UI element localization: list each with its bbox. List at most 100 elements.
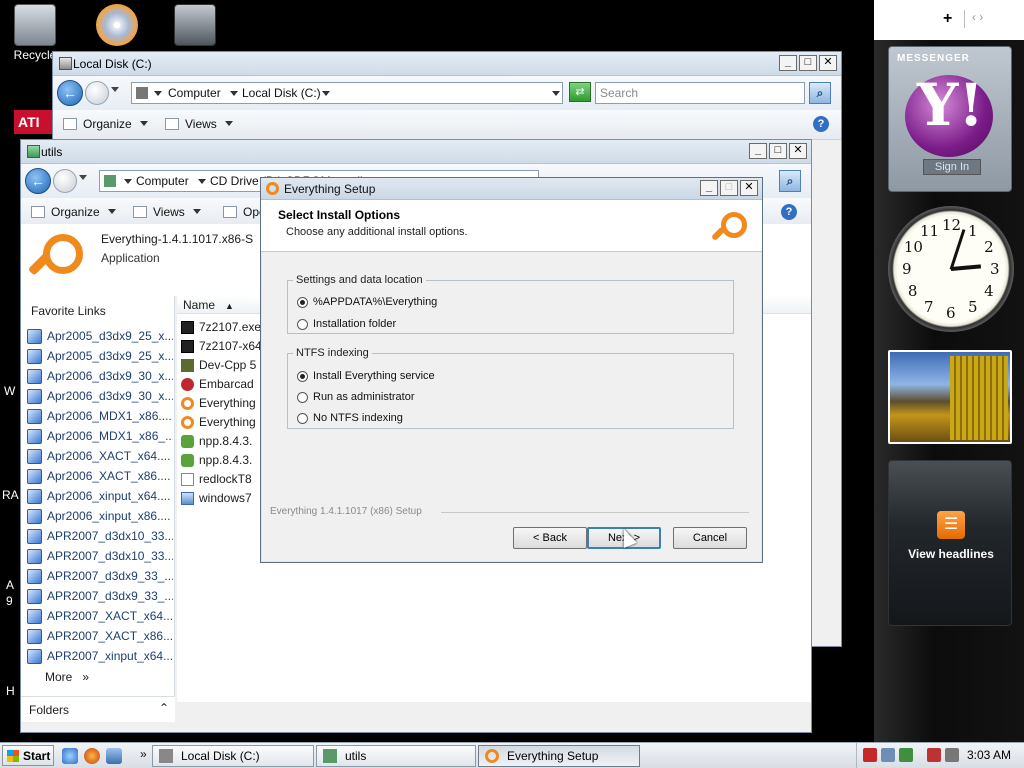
minimize-button[interactable]: _ xyxy=(749,143,767,159)
utils-titlebar[interactable]: utils _ □ ✕ xyxy=(21,140,811,164)
close-button[interactable]: ✕ xyxy=(740,180,758,196)
favorite-link[interactable]: Apr2006_xinput_x86.... xyxy=(25,506,173,526)
file-item[interactable]: Everything xyxy=(181,394,261,413)
search-icon[interactable]: ⌕ xyxy=(809,82,831,104)
installation-folder-radio[interactable]: Installation folder xyxy=(297,318,396,331)
refresh-button[interactable]: ⇄ xyxy=(569,82,591,102)
favorite-link[interactable]: APR2007_XACT_x86.... xyxy=(25,626,173,646)
breadcrumb-computer[interactable]: Computer xyxy=(136,174,189,188)
help-icon[interactable]: ? xyxy=(813,116,829,132)
organize-icon xyxy=(63,118,77,130)
cancel-button[interactable]: Cancel xyxy=(673,527,747,549)
breadcrumb-local-disk[interactable]: Local Disk (C:) xyxy=(242,86,321,100)
more-links-button[interactable]: More » xyxy=(45,670,89,684)
address-bar[interactable]: Computer Local Disk (C:) xyxy=(131,82,563,104)
favorite-link[interactable]: Apr2006_d3dx9_30_x... xyxy=(25,366,173,386)
favorite-link[interactable]: APR2007_d3dx10_33.... xyxy=(25,526,173,546)
forward-arrow-icon[interactable] xyxy=(53,169,77,193)
organize-button[interactable]: Organize xyxy=(31,205,116,219)
security-icon[interactable] xyxy=(881,748,895,762)
file-item[interactable]: Embarcad xyxy=(181,375,261,394)
add-gadget-icon[interactable]: + xyxy=(943,10,952,28)
favorite-link[interactable]: APR2007_d3dx9_33_... xyxy=(25,586,173,606)
chevron-down-icon[interactable] xyxy=(230,91,238,96)
firefox-quicklaunch-icon[interactable] xyxy=(84,748,100,764)
file-item[interactable]: windows7 xyxy=(181,489,261,508)
recent-pages-dropdown-icon[interactable] xyxy=(111,87,119,92)
display-icon[interactable] xyxy=(927,748,941,762)
start-button[interactable]: Start xyxy=(2,745,54,766)
minimize-button[interactable]: _ xyxy=(779,55,797,71)
search-icon[interactable]: ⌕ xyxy=(779,170,801,192)
show-desktop-quicklaunch-icon[interactable] xyxy=(106,748,122,764)
chevron-down-icon[interactable] xyxy=(154,91,162,96)
slideshow-gadget[interactable] xyxy=(888,350,1012,444)
local-disk-titlebar[interactable]: Local Disk (C:) _ □ ✕ xyxy=(53,52,841,76)
maximize-button[interactable]: □ xyxy=(769,143,787,159)
messenger-gadget[interactable]: MESSENGER Y! Sign In xyxy=(888,46,1012,192)
back-button[interactable]: < Back xyxy=(513,527,587,549)
favorite-link[interactable]: APR2007_d3dx10_33.... xyxy=(25,546,173,566)
forward-arrow-icon[interactable] xyxy=(85,81,109,105)
favorite-link[interactable]: APR2007_xinput_x64.... xyxy=(25,646,173,666)
file-item[interactable]: redlockT8 xyxy=(181,470,261,489)
file-item[interactable]: 7z2107.exe xyxy=(181,318,261,337)
favorite-link[interactable]: Apr2006_MDX1_x86_... xyxy=(25,426,173,446)
back-arrow-icon[interactable]: ← xyxy=(25,168,51,194)
feed-headlines-gadget[interactable]: ☰ View headlines xyxy=(888,460,1012,626)
clock-time[interactable]: 3:03 AM xyxy=(967,748,1011,762)
cd-burner-icon[interactable] xyxy=(82,2,152,48)
close-button[interactable]: ✕ xyxy=(819,55,837,71)
favorite-link[interactable]: Apr2006_MDX1_x86.... xyxy=(25,406,173,426)
favorite-link[interactable]: Apr2006_XACT_x64.... xyxy=(25,446,173,466)
help-icon[interactable]: ? xyxy=(781,204,797,220)
taskbar-local-disk[interactable]: Local Disk (C:) xyxy=(152,745,314,767)
taskbar-utils[interactable]: utils xyxy=(316,745,476,767)
favorite-link[interactable]: Apr2005_d3dx9_25_x... xyxy=(25,346,173,366)
dialog-titlebar[interactable]: Everything Setup _ □ ✕ xyxy=(261,178,762,200)
maximize-button[interactable]: □ xyxy=(720,180,738,196)
favorite-link[interactable]: Apr2006_d3dx9_30_x... xyxy=(25,386,173,406)
address-dropdown-icon[interactable] xyxy=(552,91,560,96)
chevron-down-icon[interactable] xyxy=(322,91,330,96)
chevron-down-icon[interactable] xyxy=(198,179,206,184)
volume-icon[interactable] xyxy=(945,748,959,762)
quicklaunch-overflow-icon[interactable]: » xyxy=(140,747,147,761)
file-item[interactable]: Dev-Cpp 5 xyxy=(181,356,261,375)
everything-setup-dialog[interactable]: Everything Setup _ □ ✕ Select Install Op… xyxy=(260,177,763,563)
shield-icon[interactable] xyxy=(863,748,877,762)
views-button[interactable]: Views xyxy=(133,205,201,219)
ie-quicklaunch-icon[interactable] xyxy=(62,748,78,764)
gadget-nav-arrows-icon[interactable]: ‹ › xyxy=(972,10,983,24)
run-as-admin-radio[interactable]: Run as administrator xyxy=(297,391,415,404)
file-item[interactable]: Everything xyxy=(181,413,261,432)
messenger-sign-in-button[interactable]: Sign In xyxy=(923,159,981,175)
ati-icon[interactable]: ATI xyxy=(14,110,54,134)
back-arrow-icon[interactable]: ← xyxy=(57,80,83,106)
game-shortcut-icon[interactable] xyxy=(160,2,230,48)
favorite-link[interactable]: APR2007_XACT_x64.... xyxy=(25,606,173,626)
organize-button[interactable]: Organize xyxy=(63,117,148,131)
taskbar-everything-setup[interactable]: Everything Setup xyxy=(478,745,640,767)
search-input[interactable]: Search xyxy=(595,82,805,104)
favorite-link[interactable]: Apr2006_XACT_x86.... xyxy=(25,466,173,486)
recent-pages-dropdown-icon[interactable] xyxy=(79,175,87,180)
file-item[interactable]: npp.8.4.3. xyxy=(181,432,261,451)
clock-gadget[interactable]: 12 1 2 3 4 5 6 7 8 9 10 11 xyxy=(888,206,1014,332)
chevron-down-icon[interactable] xyxy=(124,179,132,184)
close-button[interactable]: ✕ xyxy=(789,143,807,159)
minimize-button[interactable]: _ xyxy=(700,180,718,196)
install-service-radio[interactable]: Install Everything service xyxy=(297,370,435,383)
favorite-link[interactable]: APR2007_d3dx9_33_... xyxy=(25,566,173,586)
folders-toggle[interactable]: Folders ⌃ xyxy=(21,696,175,722)
no-ntfs-indexing-radio[interactable]: No NTFS indexing xyxy=(297,412,403,425)
favorite-link[interactable]: Apr2006_xinput_x64.... xyxy=(25,486,173,506)
maximize-button[interactable]: □ xyxy=(799,55,817,71)
network-icon[interactable] xyxy=(899,748,913,762)
breadcrumb-computer[interactable]: Computer xyxy=(168,86,221,100)
file-item[interactable]: 7z2107-x64 xyxy=(181,337,261,356)
views-button[interactable]: Views xyxy=(165,117,233,131)
favorite-link[interactable]: Apr2005_d3dx9_25_x... xyxy=(25,326,173,346)
file-item[interactable]: npp.8.4.3. xyxy=(181,451,261,470)
appdata-radio[interactable]: %APPDATA%\Everything xyxy=(297,296,437,309)
